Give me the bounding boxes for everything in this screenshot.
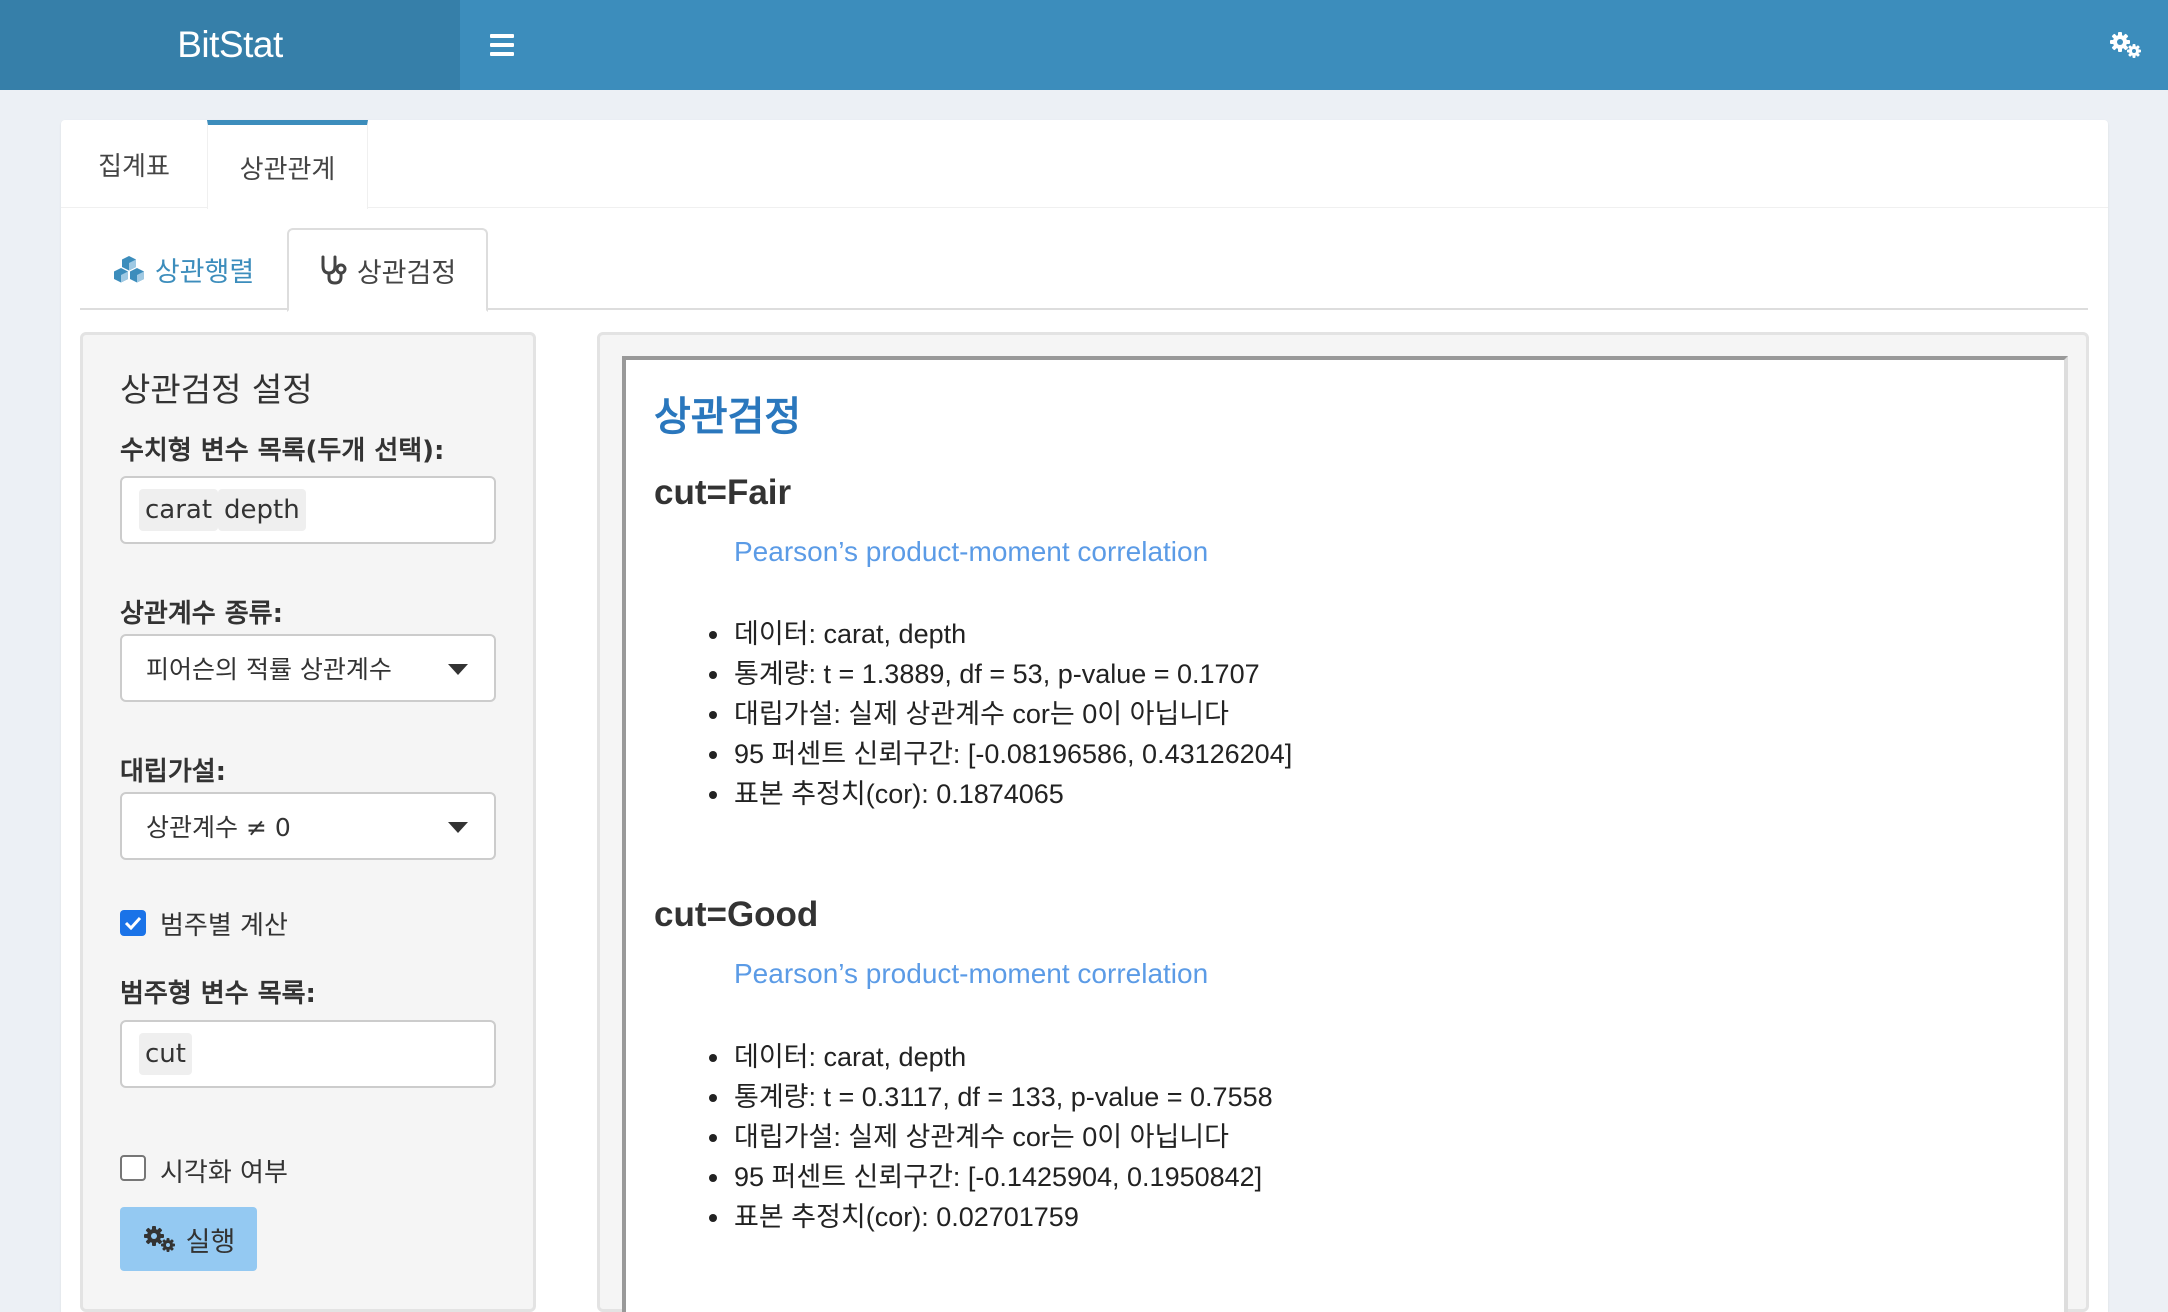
selected-var-chip[interactable]: cut: [139, 1033, 192, 1075]
tab-correlation-matrix-label: 상관행렬: [154, 256, 255, 288]
run-button[interactable]: 실행: [120, 1207, 257, 1271]
list-item: 통계량: t = 0.3117, df = 133, p-value = 0.7…: [709, 1077, 1273, 1117]
chevron-down-icon: [448, 664, 468, 675]
selected-var-chip[interactable]: carat: [139, 489, 219, 531]
by-category-checkbox[interactable]: [120, 910, 146, 936]
list-item: 95 퍼센트 신뢰구간: [-0.1425904, 0.1950842]: [709, 1157, 1273, 1197]
stethoscope-icon: [321, 255, 347, 285]
tab-correlation-test-label: 상관검정: [356, 257, 457, 289]
app-logo[interactable]: BitStat: [0, 0, 460, 90]
settings-title: 상관검정 설정: [120, 370, 313, 409]
group-heading: cut=Fair: [654, 473, 792, 512]
gears-icon: [143, 1226, 175, 1252]
tab-correlation-matrix[interactable]: 상관행렬: [80, 228, 287, 310]
gears-icon[interactable]: [2084, 0, 2168, 90]
cor-type-select[interactable]: 피어슨의 적률 상관계수: [120, 634, 496, 702]
chevron-down-icon: [448, 822, 468, 833]
hamburger-icon[interactable]: [460, 0, 544, 90]
result-list: 데이터: carat, depth 통계량: t = 0.3117, df = …: [709, 1037, 1273, 1237]
inner-tab-bar: 상관행렬 상관검정: [80, 228, 2088, 312]
alt-hypothesis-label: 대립가설:: [120, 757, 227, 787]
list-item: 통계량: t = 1.3889, df = 53, p-value = 0.17…: [708, 654, 1292, 694]
list-item: 데이터: carat, depth: [709, 1037, 1273, 1077]
settings-panel: 상관검정 설정 수치형 변수 목록(두개 선택): carat depth 상관…: [80, 332, 536, 1312]
cor-type-label: 상관계수 종류:: [120, 599, 283, 629]
alt-hypothesis-select[interactable]: 상관계수 ≠ 0: [120, 792, 496, 860]
cubes-icon: [113, 256, 144, 283]
tab-correlation-test[interactable]: 상관검정: [287, 228, 488, 312]
tab-correlation[interactable]: 상관관계: [207, 120, 368, 209]
numeric-vars-label: 수치형 변수 목록(두개 선택):: [120, 436, 445, 466]
cat-vars-select[interactable]: cut: [120, 1020, 496, 1088]
selected-var-chip[interactable]: depth: [218, 489, 306, 531]
check-icon: [124, 916, 142, 930]
tab-summary[interactable]: 집계표: [61, 120, 207, 208]
outer-tab-bar: 집계표 상관관계: [61, 120, 2108, 209]
alt-hypothesis-value: 상관계수 ≠ 0: [146, 813, 291, 842]
by-category-label[interactable]: 범주별 계산: [160, 905, 288, 942]
main-card: 집계표 상관관계 상관행렬 상관검정 상관검정 설정 수치형 변수 목록(두개 …: [61, 120, 2108, 1312]
group-heading: cut=Good: [654, 895, 819, 934]
method-name: Pearson’s product-moment correlation: [734, 958, 1209, 989]
run-button-label: 실행: [185, 1226, 236, 1258]
cat-vars-label: 범주형 변수 목록:: [120, 979, 316, 1009]
numeric-vars-select[interactable]: carat depth: [120, 476, 496, 544]
result-title: 상관검정: [654, 394, 802, 440]
list-item: 대립가설: 실제 상관계수 cor는 0이 아닙니다: [708, 694, 1292, 734]
cor-type-value: 피어슨의 적률 상관계수: [146, 655, 392, 684]
list-item: 대립가설: 실제 상관계수 cor는 0이 아닙니다: [709, 1117, 1273, 1157]
list-item: 표본 추정치(cor): 0.1874065: [708, 774, 1292, 814]
list-item: 데이터: carat, depth: [708, 614, 1292, 654]
method-name: Pearson’s product-moment correlation: [734, 536, 1209, 567]
result-panel: 상관검정 cut=Fair Pearson’s product-moment c…: [597, 332, 2089, 1312]
result-list: 데이터: carat, depth 통계량: t = 1.3889, df = …: [708, 614, 1292, 814]
visualize-label[interactable]: 시각화 여부: [160, 1152, 288, 1189]
list-item: 표본 추정치(cor): 0.02701759: [709, 1197, 1273, 1237]
top-header: BitStat: [0, 0, 2168, 90]
result-output[interactable]: 상관검정 cut=Fair Pearson’s product-moment c…: [622, 356, 2068, 1312]
visualize-checkbox[interactable]: [120, 1155, 146, 1181]
list-item: 95 퍼센트 신뢰구간: [-0.08196586, 0.43126204]: [708, 734, 1292, 774]
